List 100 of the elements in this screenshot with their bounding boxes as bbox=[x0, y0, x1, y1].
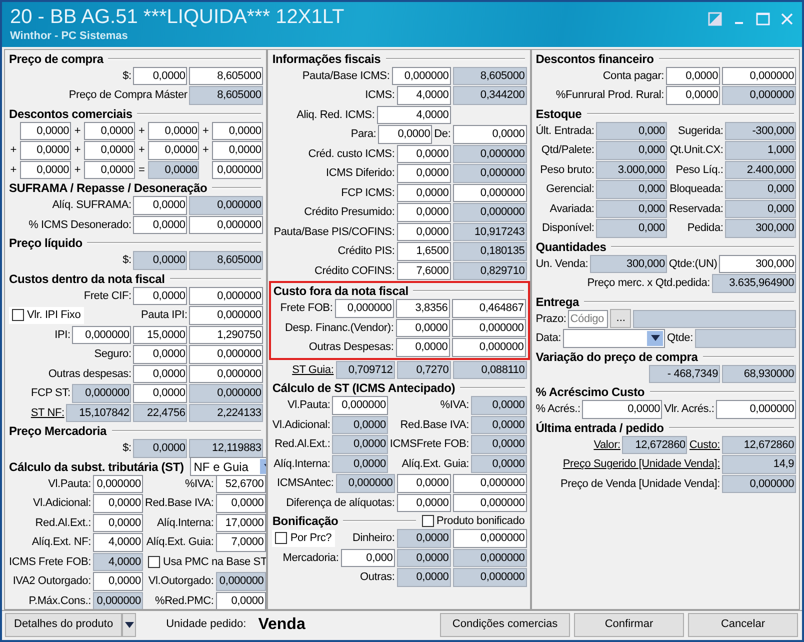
input-field[interactable]: 0,0000 bbox=[133, 384, 188, 402]
input-field[interactable]: 0,000 bbox=[725, 180, 796, 198]
input-field[interactable]: -300,000 bbox=[725, 122, 796, 140]
input-field[interactable]: 3.000,000 bbox=[596, 160, 667, 179]
input-field[interactable]: 15,0000 bbox=[133, 326, 188, 344]
input-field[interactable]: 0,0000 bbox=[396, 474, 451, 492]
field-link[interactable]: Custo: bbox=[689, 436, 720, 453]
input-field[interactable]: 0,0000 bbox=[452, 125, 527, 144]
input-field[interactable]: 0,0000 bbox=[471, 416, 527, 434]
input-field[interactable]: 12,672860 bbox=[622, 436, 688, 454]
input-field[interactable]: 0,0000 bbox=[92, 572, 143, 590]
input-field[interactable]: 0,0000 bbox=[582, 400, 662, 418]
field-link[interactable]: ST Guia: bbox=[272, 362, 334, 378]
input-field[interactable]: 4,0000 bbox=[92, 533, 143, 552]
date-dropdown[interactable] bbox=[562, 328, 666, 348]
input-field[interactable]: 0,0000 bbox=[84, 122, 136, 140]
input-field[interactable]: 3.635,964900 bbox=[712, 274, 796, 292]
input-field[interactable]: 0,000000 bbox=[189, 216, 264, 234]
input-field[interactable]: 0,088110 bbox=[452, 360, 527, 379]
checkbox[interactable]: Vlr. IPI Fixo bbox=[9, 307, 84, 324]
dropdown-toggle-button[interactable] bbox=[122, 612, 136, 636]
input-field[interactable]: 7,0000 bbox=[216, 533, 266, 552]
input-field[interactable]: 68,930000 bbox=[722, 364, 796, 383]
input-field[interactable]: 0,0000 bbox=[471, 454, 527, 473]
input-field[interactable]: 0,000000 bbox=[392, 66, 451, 85]
input-field[interactable]: 0,000 bbox=[596, 141, 667, 160]
maximize-icon[interactable] bbox=[756, 12, 770, 26]
input-field[interactable]: 1,000 bbox=[725, 141, 796, 160]
input-field[interactable]: 0,0000 bbox=[471, 435, 527, 454]
input-field[interactable]: 0,0000 bbox=[378, 125, 432, 144]
input-field[interactable]: 0,000000 bbox=[722, 474, 796, 493]
input-field[interactable]: 0,0000 bbox=[92, 514, 143, 532]
input-field[interactable]: 0,000000 bbox=[212, 160, 264, 179]
input-field[interactable]: 8,605000 bbox=[452, 66, 527, 85]
input-field[interactable]: 0,0000 bbox=[396, 529, 451, 548]
input-field[interactable]: 1,290750 bbox=[189, 326, 264, 344]
input-field[interactable]: 0,0000 bbox=[332, 454, 388, 473]
input-field[interactable]: 0,000000 bbox=[189, 364, 264, 383]
input-field[interactable]: 0,0000 bbox=[212, 122, 264, 140]
input-field[interactable]: 0,0000 bbox=[148, 141, 200, 160]
field-link[interactable]: Preço Sugerido [Unidade Venda]: bbox=[536, 456, 720, 472]
input-field[interactable]: 0,000 bbox=[725, 200, 796, 218]
input-field[interactable]: 0,000000 bbox=[92, 592, 143, 609]
input-field[interactable]: 0,0000 bbox=[666, 66, 720, 85]
input-field[interactable]: 0,0000 bbox=[216, 592, 266, 609]
input-field[interactable]: 0,000000 bbox=[189, 384, 264, 402]
input-field[interactable]: 0,000000 bbox=[452, 494, 527, 512]
input-field[interactable]: 0,000 bbox=[596, 122, 667, 140]
input-field[interactable]: 0,0000 bbox=[84, 141, 136, 160]
input-field[interactable]: 52,6700 bbox=[216, 474, 266, 493]
input-field[interactable]: 0,0000 bbox=[20, 160, 72, 179]
dialog-button[interactable]: Condições comercias bbox=[440, 612, 570, 636]
input-field[interactable]: 0,0000 bbox=[133, 196, 188, 214]
input-field[interactable]: 3,8356 bbox=[396, 299, 450, 318]
input-field[interactable]: 0,000 bbox=[596, 180, 667, 198]
input-field[interactable]: 12,672860 bbox=[722, 436, 796, 454]
restore-icon[interactable] bbox=[708, 12, 722, 26]
input-field[interactable]: 0,0000 bbox=[133, 345, 188, 364]
field-link[interactable]: ST NF: bbox=[9, 404, 64, 421]
input-field[interactable]: 2,224133 bbox=[189, 404, 264, 422]
input-field[interactable]: 0,0000 bbox=[396, 548, 451, 567]
field-link[interactable]: Valor: bbox=[536, 436, 620, 453]
input-field[interactable]: 0,000000 bbox=[189, 306, 264, 324]
dialog-button[interactable]: Confirmar bbox=[574, 612, 684, 636]
input-field[interactable]: 0,000000 bbox=[92, 474, 143, 493]
input-field[interactable]: 0,0000 bbox=[396, 222, 451, 241]
input-field[interactable]: 0,0000 bbox=[396, 494, 451, 512]
input-field[interactable]: 0,000000 bbox=[189, 286, 264, 305]
dialog-button[interactable]: Cancelar bbox=[688, 612, 798, 636]
input-field[interactable]: 0,000000 bbox=[452, 568, 527, 586]
input-field[interactable]: 12,119883 bbox=[189, 439, 264, 458]
input-field[interactable]: 8,605000 bbox=[189, 86, 264, 104]
input-field[interactable]: 0,0000 bbox=[133, 251, 188, 270]
input-field[interactable]: 0,0000 bbox=[666, 86, 720, 104]
input-field[interactable]: 0,0000 bbox=[84, 160, 136, 179]
input-field[interactable]: 0,0000 bbox=[92, 494, 143, 512]
input-field[interactable]: 0,0000 bbox=[396, 203, 451, 222]
input-field[interactable]: 0,000 bbox=[340, 548, 395, 567]
input-field[interactable]: 0,000000 bbox=[452, 184, 527, 202]
input-field[interactable]: 0,0000 bbox=[332, 435, 388, 454]
input-field[interactable]: 300,000 bbox=[719, 254, 796, 273]
input-field[interactable]: 4,0000 bbox=[376, 106, 451, 124]
input-field[interactable]: 8,605000 bbox=[189, 66, 264, 85]
input-field[interactable]: 0,0000 bbox=[396, 568, 451, 586]
input-field[interactable]: 0,0000 bbox=[20, 141, 72, 160]
input-field[interactable]: 0,000000 bbox=[722, 86, 796, 104]
checkbox[interactable]: Por Prc? bbox=[272, 530, 335, 546]
input-field[interactable]: 0,7270 bbox=[396, 360, 451, 379]
checkbox[interactable]: Produto bonificado bbox=[422, 512, 525, 530]
dropdown[interactable]: NF e Guia bbox=[190, 457, 266, 476]
input-field[interactable]: 0,000 bbox=[596, 219, 667, 238]
input-field[interactable] bbox=[633, 310, 796, 328]
input-field[interactable]: 0,000000 bbox=[452, 164, 527, 182]
input-field[interactable]: 7,6000 bbox=[396, 262, 451, 280]
input-field[interactable]: 0,000000 bbox=[189, 345, 264, 364]
input-field[interactable]: 0,0000 bbox=[133, 216, 188, 234]
input-field[interactable]: 0,000000 bbox=[452, 318, 526, 337]
input-field[interactable]: 0,0000 bbox=[133, 66, 188, 85]
input-field[interactable]: 0,000000 bbox=[452, 474, 527, 492]
input-field[interactable]: 300,000 bbox=[725, 219, 796, 238]
